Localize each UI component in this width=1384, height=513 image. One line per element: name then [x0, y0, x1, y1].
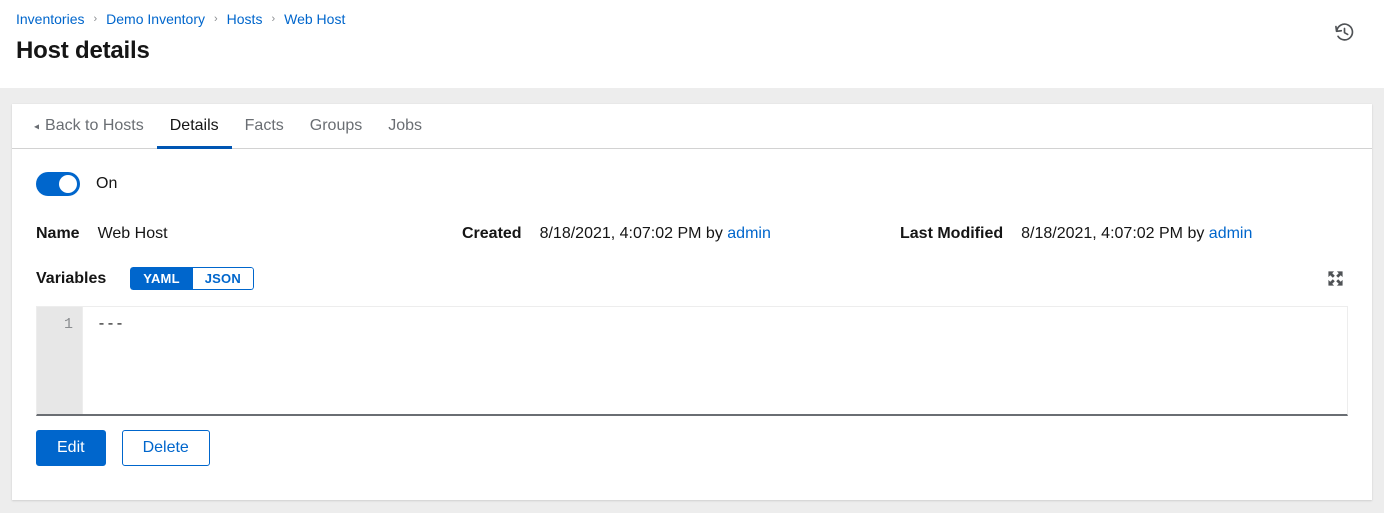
breadcrumb-separator-icon: › — [214, 9, 218, 29]
tab-bar: ◂ Back to Hosts Details Facts Groups Job… — [12, 104, 1372, 149]
tab-details[interactable]: Details — [157, 104, 232, 148]
toggle-knob — [59, 175, 77, 193]
name-value: Web Host — [98, 225, 168, 243]
tab-groups-label: Groups — [310, 117, 362, 135]
host-enabled-toggle[interactable] — [36, 172, 80, 196]
variables-label: Variables — [36, 270, 106, 288]
tab-facts[interactable]: Facts — [232, 104, 297, 148]
variables-editor[interactable]: 1 --- — [36, 306, 1348, 416]
host-enabled-label: On — [96, 175, 117, 193]
page-title: Host details — [16, 36, 1368, 66]
last-modified-label: Last Modified — [900, 225, 1003, 243]
created-label: Created — [462, 225, 522, 243]
created-value: 8/18/2021, 4:07:02 PM by admin — [540, 225, 771, 243]
created-timestamp: 8/18/2021, 4:07:02 PM by — [540, 225, 728, 242]
last-modified-timestamp: 8/18/2021, 4:07:02 PM by — [1021, 225, 1209, 242]
variables-row: Variables YAML JSON — [36, 267, 1348, 290]
tab-back-to-hosts-label: Back to Hosts — [45, 117, 144, 135]
detail-field-name: Name Web Host — [36, 225, 462, 243]
host-enabled-row: On — [36, 171, 1348, 197]
breadcrumb-item-web-host[interactable]: Web Host — [284, 9, 345, 29]
variables-mode-yaml[interactable]: YAML — [130, 267, 192, 290]
detail-field-last-modified: Last Modified 8/18/2021, 4:07:02 PM by a… — [900, 225, 1348, 243]
tab-details-label: Details — [170, 117, 219, 135]
editor-line-numbers: 1 — [37, 307, 83, 414]
last-modified-by-user-link[interactable]: admin — [1209, 225, 1253, 242]
chevron-left-icon: ◂ — [34, 121, 39, 132]
breadcrumb-item-demo-inventory[interactable]: Demo Inventory — [106, 9, 205, 29]
editor-content[interactable]: --- — [83, 307, 1347, 414]
delete-button[interactable]: Delete — [122, 430, 210, 466]
last-modified-value: 8/18/2021, 4:07:02 PM by admin — [1021, 225, 1252, 243]
variables-mode-json[interactable]: JSON — [193, 267, 254, 290]
breadcrumb: Inventories › Demo Inventory › Hosts › W… — [16, 8, 1368, 30]
variables-mode-toggle: YAML JSON — [130, 267, 254, 290]
name-label: Name — [36, 225, 80, 243]
breadcrumb-separator-icon: › — [93, 9, 97, 29]
tab-jobs[interactable]: Jobs — [375, 104, 435, 148]
detail-field-created: Created 8/18/2021, 4:07:02 PM by admin — [462, 225, 900, 243]
created-by-user-link[interactable]: admin — [727, 225, 771, 242]
expand-arrows-icon[interactable] — [1322, 265, 1348, 291]
host-details-page: Inventories › Demo Inventory › Hosts › W… — [0, 0, 1384, 513]
breadcrumb-separator-icon: › — [271, 9, 275, 29]
action-buttons: Edit Delete — [36, 430, 1348, 466]
tab-facts-label: Facts — [245, 117, 284, 135]
card-body: On Name Web Host Created 8/18/2021, 4:07… — [12, 149, 1372, 466]
tab-jobs-label: Jobs — [388, 117, 422, 135]
detail-fields-row: Name Web Host Created 8/18/2021, 4:07:02… — [36, 225, 1348, 243]
host-details-card: ◂ Back to Hosts Details Facts Groups Job… — [12, 104, 1372, 500]
history-icon[interactable] — [1330, 18, 1358, 46]
breadcrumb-item-hosts[interactable]: Hosts — [227, 9, 263, 29]
page-header: Inventories › Demo Inventory › Hosts › W… — [0, 0, 1384, 88]
breadcrumb-item-inventories[interactable]: Inventories — [16, 9, 84, 29]
tab-back-to-hosts[interactable]: ◂ Back to Hosts — [22, 104, 157, 148]
tab-groups[interactable]: Groups — [297, 104, 375, 148]
edit-button[interactable]: Edit — [36, 430, 106, 466]
